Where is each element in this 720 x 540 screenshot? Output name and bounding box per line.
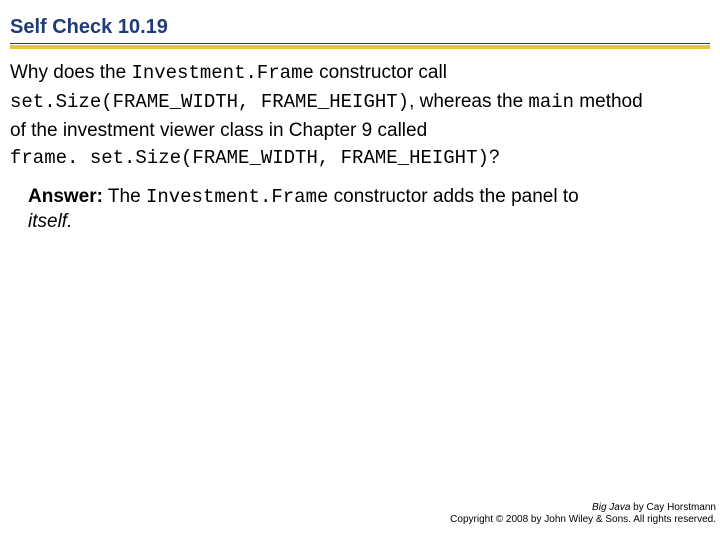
q-text: Why does the — [10, 62, 131, 83]
slide: Self Check 10.19 Why does the Investment… — [0, 0, 720, 540]
answer-label: Answer: — [28, 186, 103, 207]
slide-title: Self Check 10.19 — [10, 16, 710, 41]
q-code-main: main — [528, 91, 574, 113]
footer-copyright: Copyright © 2008 by John Wiley & Sons. A… — [450, 514, 716, 526]
q-text: method — [574, 91, 643, 112]
question-line-2: set.Size(FRAME_WIDTH, FRAME_HEIGHT), whe… — [10, 90, 710, 115]
footer: Big Java by Cay Horstmann Copyright © 20… — [450, 502, 716, 526]
answer-tail: itself. — [28, 211, 72, 232]
answer-code: Investment.Frame — [146, 186, 328, 208]
q-text: constructor call — [314, 62, 447, 83]
footer-book-title: Big Java — [592, 502, 630, 513]
question-line-3: of the investment viewer class in Chapte… — [10, 119, 710, 143]
q-code-investmentframe: Investment.Frame — [131, 62, 313, 84]
footer-byline: by Cay Horstmann — [630, 502, 716, 513]
q-text: , whereas the — [409, 91, 528, 112]
footer-line-1: Big Java by Cay Horstmann — [450, 502, 716, 514]
q-text: ? — [489, 147, 500, 168]
answer-text: constructor adds the panel to — [328, 186, 578, 207]
q-code-setsize: set.Size(FRAME_WIDTH, FRAME_HEIGHT) — [10, 91, 409, 113]
answer-block: Answer: The Investment.Frame constructor… — [10, 175, 710, 234]
answer-line-2: itself. — [28, 210, 710, 235]
answer-text: The — [103, 186, 146, 207]
question-block: Why does the Investment.Frame constructo… — [10, 49, 710, 234]
question-line-4: frame. set.Size(FRAME_WIDTH, FRAME_HEIGH… — [10, 146, 710, 171]
answer-line-1: Answer: The Investment.Frame constructor… — [28, 185, 710, 210]
q-code-frame-setsize: frame. set.Size(FRAME_WIDTH, FRAME_HEIGH… — [10, 147, 489, 169]
rule-thin — [10, 43, 710, 44]
title-bar: Self Check 10.19 — [10, 0, 710, 49]
q-text: of the investment viewer class in Chapte… — [10, 120, 427, 141]
question-line-1: Why does the Investment.Frame constructo… — [10, 61, 710, 86]
